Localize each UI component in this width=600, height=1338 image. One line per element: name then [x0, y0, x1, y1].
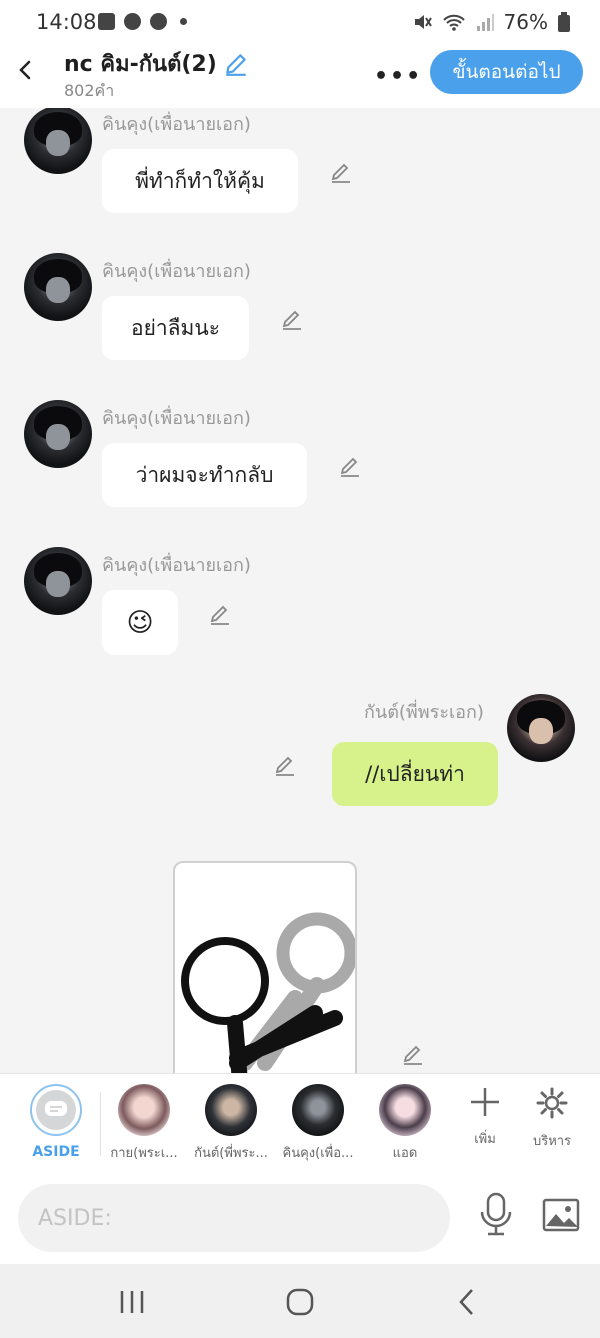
avatar-kinkung[interactable]	[24, 400, 92, 468]
edit-message-pencil-icon[interactable]	[208, 602, 232, 626]
sender-name: คินคุง(เพื่อนายเอก)	[102, 114, 251, 135]
mute-icon	[414, 15, 432, 29]
gear-icon	[536, 1087, 568, 1119]
character-item[interactable]: แอด	[365, 1084, 445, 1163]
sender-name: คินคุง(เพื่อนายเอก)	[102, 555, 251, 576]
battery-icon	[558, 12, 570, 32]
next-step-button[interactable]: ขั้นตอนต่อไป	[430, 50, 583, 94]
stick-figure-drawing	[181, 912, 355, 1073]
edit-message-pencil-icon[interactable]	[401, 1042, 425, 1066]
system-back-icon[interactable]	[452, 1286, 484, 1318]
recent-apps-icon[interactable]	[116, 1286, 148, 1318]
message-bubble-self[interactable]: //เปลี่ยนท่า	[332, 742, 498, 806]
character-item[interactable]: คินคุง(เพื่อ...	[278, 1084, 358, 1163]
manage-characters-button[interactable]: บริหาร	[522, 1086, 582, 1151]
character-item[interactable]: กันต์(พี่พระ...	[191, 1084, 271, 1163]
character-avatar	[118, 1084, 170, 1136]
character-label: แอด	[392, 1146, 418, 1161]
message-bubble-emoji[interactable]: 😉	[102, 590, 178, 655]
microphone-icon[interactable]	[478, 1192, 514, 1236]
edit-message-pencil-icon[interactable]	[273, 753, 297, 777]
status-bar: 14:08 76%	[0, 0, 600, 46]
shield-notification-icon	[124, 13, 141, 30]
avatar-kinkung[interactable]	[24, 253, 92, 321]
system-navigation-bar	[0, 1264, 600, 1338]
chat-header: nc คิม-กันต์(2) 802คำ ••• ขั้นตอนต่อไป	[0, 46, 600, 108]
edit-title-pencil-icon[interactable]	[223, 51, 249, 77]
more-notifications-dot-icon	[180, 18, 187, 25]
sender-name: คินคุง(เพื่อนายเอก)	[102, 408, 251, 429]
divider	[100, 1092, 101, 1156]
page-title: nc คิม-กันต์(2)	[64, 52, 217, 77]
chat-notification-icon	[150, 13, 167, 30]
word-count: 802คำ	[64, 81, 115, 100]
message-bubble[interactable]: อย่าลืมนะ	[102, 296, 249, 360]
more-options-icon[interactable]: •••	[374, 64, 422, 89]
home-icon[interactable]	[284, 1286, 316, 1318]
aside-avatar	[30, 1084, 82, 1136]
status-time: 14:08	[36, 10, 97, 34]
image-upload-icon[interactable]	[542, 1198, 580, 1232]
character-label: คินคุง(เพื่อ...	[282, 1146, 354, 1161]
character-selector-bar: ASIDE กาย(พระเ... กันต์(พี่พระ... คินคุง…	[0, 1073, 600, 1174]
page-title-row: nc คิม-กันต์(2)	[64, 46, 249, 81]
sender-name: คินคุง(เพื่อนายเอก)	[102, 261, 251, 282]
add-character-button[interactable]: เพิ่ม	[455, 1086, 515, 1149]
avatar-kinkung[interactable]	[24, 108, 92, 174]
character-label: กาย(พระเ...	[110, 1146, 178, 1161]
signal-icon	[476, 14, 494, 31]
character-label: กันต์(พี่พระ...	[194, 1146, 268, 1161]
manage-label: บริหาร	[532, 1134, 572, 1149]
character-item[interactable]: กาย(พระเ...	[104, 1084, 184, 1163]
edit-message-pencil-icon[interactable]	[329, 160, 353, 184]
aside-selector[interactable]: ASIDE	[16, 1084, 96, 1160]
back-arrow-icon[interactable]	[14, 58, 38, 82]
plus-icon	[471, 1088, 499, 1116]
composer	[0, 1174, 600, 1264]
gallery-notification-icon	[98, 13, 115, 30]
speech-bubble-icon	[45, 1101, 67, 1116]
image-message[interactable]	[173, 861, 357, 1073]
character-avatar	[292, 1084, 344, 1136]
edit-message-pencil-icon[interactable]	[280, 307, 304, 331]
message-input[interactable]	[18, 1184, 450, 1252]
character-avatar	[205, 1084, 257, 1136]
message-bubble[interactable]: ว่าผมจะทำกลับ	[102, 443, 307, 507]
avatar-kan[interactable]	[507, 694, 575, 762]
aside-label: ASIDE	[32, 1144, 80, 1160]
notification-icons	[98, 13, 187, 30]
sender-name: กันต์(พี่พระเอก)	[364, 702, 484, 723]
avatar-kinkung[interactable]	[24, 547, 92, 615]
battery-percent: 76%	[503, 10, 548, 34]
message-bubble[interactable]: พี่ทำก็ทำให้คุ้ม	[102, 149, 298, 213]
system-status: 76%	[412, 10, 570, 34]
add-label: เพิ่ม	[474, 1132, 496, 1147]
chat-area[interactable]: คินคุง(เพื่อนายเอก) พี่ทำก็ทำให้คุ้ม คิน…	[0, 108, 600, 1073]
wifi-icon	[442, 14, 465, 31]
edit-message-pencil-icon[interactable]	[338, 454, 362, 478]
character-avatar	[379, 1084, 431, 1136]
